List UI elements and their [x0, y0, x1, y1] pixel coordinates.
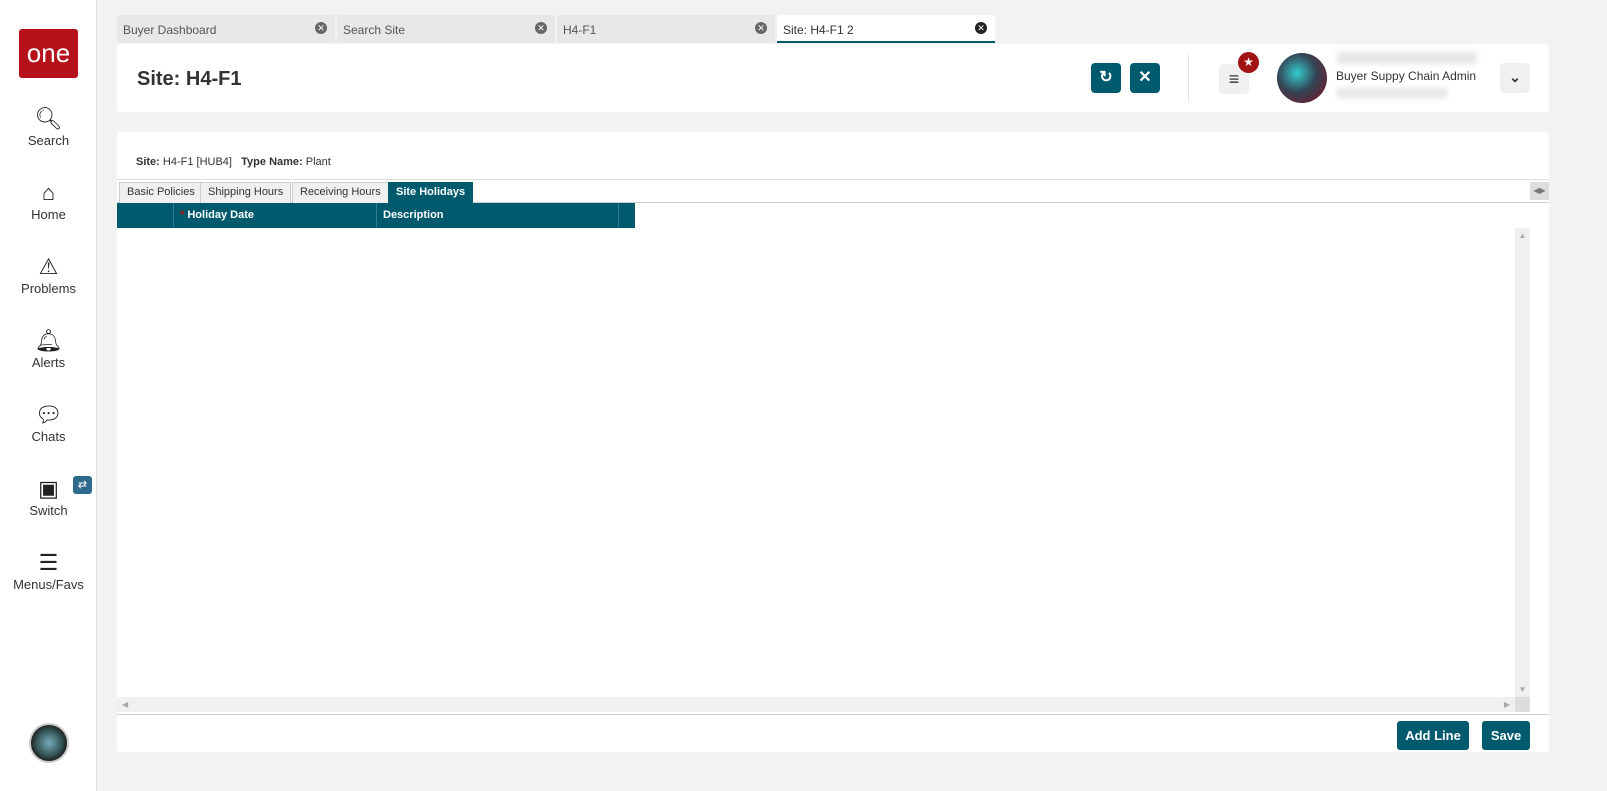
close-icon: ✕	[1138, 69, 1152, 86]
blurred-detail	[1337, 88, 1447, 98]
refresh-icon: ↻	[1099, 69, 1113, 86]
subtab-basic-policies[interactable]: Basic Policies	[119, 182, 203, 203]
sidebar-item-search[interactable]: 🔍︎ Search	[0, 105, 97, 148]
column-label: Description	[383, 209, 444, 221]
page-header: Site: H4-F1 ↻ ✕ ≡ ★ Buyer Suppy Chain Ad…	[117, 44, 1549, 112]
sidebar-item-label: Chats	[31, 429, 66, 444]
avatar[interactable]	[1277, 53, 1327, 103]
site-value: H4-F1 [HUB4]	[162, 156, 232, 168]
sidebar-item-alerts[interactable]: 🔔︎ Alerts	[0, 327, 97, 370]
blurred-username	[1337, 52, 1477, 64]
sidebar-item-problems[interactable]: ⚠︎ Problems	[0, 253, 97, 296]
sidebar-item-home[interactable]: ⌂ Home	[0, 179, 97, 222]
subtab-shipping-hours[interactable]: Shipping Hours	[200, 182, 292, 203]
tab-search-site[interactable]: Search Site ✕	[337, 15, 555, 43]
star-icon: ★	[1238, 52, 1259, 73]
home-icon: ⌂	[41, 180, 56, 205]
sidebar-item-label: Problems	[21, 281, 76, 296]
vertical-scrollbar[interactable]: ▲ ▼	[1515, 228, 1530, 697]
sidebar-item-label: Search	[27, 133, 70, 148]
chevron-down-icon: ⌄	[1509, 69, 1521, 85]
tab-label: H4-F1	[563, 23, 597, 37]
user-menu-button[interactable]: ⌄	[1500, 63, 1530, 93]
tab-site-h4-f1-2[interactable]: Site: H4-F1 2 ✕	[777, 15, 995, 43]
divider	[1188, 54, 1189, 102]
subtab-bar: Basic Policies Shipping Hours Receiving …	[117, 179, 1549, 203]
column-header-holiday-date[interactable]: * Holiday Date	[174, 203, 377, 228]
content-panel: Site: H4-F1 [HUB4] Type Name: Plant Basi…	[117, 132, 1549, 752]
select-column-header[interactable]	[117, 203, 174, 228]
tab-label: Site: H4-F1 2	[783, 23, 854, 37]
site-label: Site:	[136, 156, 160, 168]
add-line-button[interactable]: Add Line	[1397, 721, 1469, 750]
close-tab-icon[interactable]: ✕	[755, 22, 767, 34]
save-button[interactable]: Save	[1482, 721, 1530, 750]
site-info: Site: H4-F1 [HUB4] Type Name: Plant	[136, 156, 331, 168]
bell-icon: 🔔︎	[34, 328, 63, 353]
horizontal-scrollbar[interactable]: ◀ ▶	[117, 697, 1515, 712]
menu-icon: ≡	[1228, 69, 1240, 89]
warning-icon: ⚠︎	[38, 254, 59, 279]
close-tab-icon[interactable]: ✕	[535, 22, 547, 34]
logo[interactable]: one	[19, 29, 78, 78]
tab-buyer-dashboard[interactable]: Buyer Dashboard ✕	[117, 15, 335, 43]
sidebar-item-label: Alerts	[31, 355, 66, 370]
close-tab-icon[interactable]: ✕	[315, 22, 327, 34]
sidebar-item-label: Switch	[29, 503, 68, 518]
subtab-site-holidays[interactable]: Site Holidays	[388, 182, 474, 203]
refresh-button[interactable]: ↻	[1091, 63, 1121, 93]
sidebar-item-label: Menus/Favs	[13, 577, 84, 592]
scroll-corner	[1515, 697, 1530, 712]
subtab-receiving-hours[interactable]: Receiving Hours	[292, 182, 389, 203]
menu-icon: ☰	[38, 550, 59, 575]
sidebar: one 🔍︎ Search ⌂ Home ⚠︎ Problems 🔔︎ Alerts 💬…	[0, 0, 97, 791]
type-label: Type Name:	[241, 156, 303, 168]
required-marker: *	[180, 209, 185, 221]
user-role: Buyer Suppy Chain Admin	[1336, 69, 1477, 83]
type-value: Plant	[305, 156, 331, 168]
assistant-avatar[interactable]	[29, 723, 69, 763]
tab-h4-f1[interactable]: H4-F1 ✕	[557, 15, 775, 43]
tab-label: Search Site	[343, 23, 406, 37]
column-label: Holiday Date	[187, 209, 254, 221]
sidebar-item-chats[interactable]: 💬︎ Chats	[0, 401, 97, 444]
grid-header: * Holiday Date Description	[117, 203, 635, 228]
tab-label: Buyer Dashboard	[123, 23, 217, 37]
sidebar-item-label: Home	[31, 207, 66, 222]
tab-bar: Buyer Dashboard ✕ Search Site ✕ H4-F1 ✕ Sit…	[117, 15, 995, 43]
column-header-description[interactable]: Description	[377, 203, 619, 228]
close-tab-icon[interactable]: ✕	[975, 22, 987, 34]
switch-badge-icon: ⇄	[73, 476, 92, 494]
search-icon: 🔍︎	[34, 106, 63, 131]
divider	[117, 714, 1549, 715]
close-button[interactable]: ✕	[1130, 63, 1160, 93]
chat-icon: 💬︎	[34, 402, 63, 427]
tab-scroll-arrows[interactable]: ◀▶	[1530, 182, 1549, 200]
sidebar-item-menus-favs[interactable]: ☰ Menus/Favs	[0, 549, 97, 592]
page-title: Site: H4-F1	[137, 68, 242, 90]
